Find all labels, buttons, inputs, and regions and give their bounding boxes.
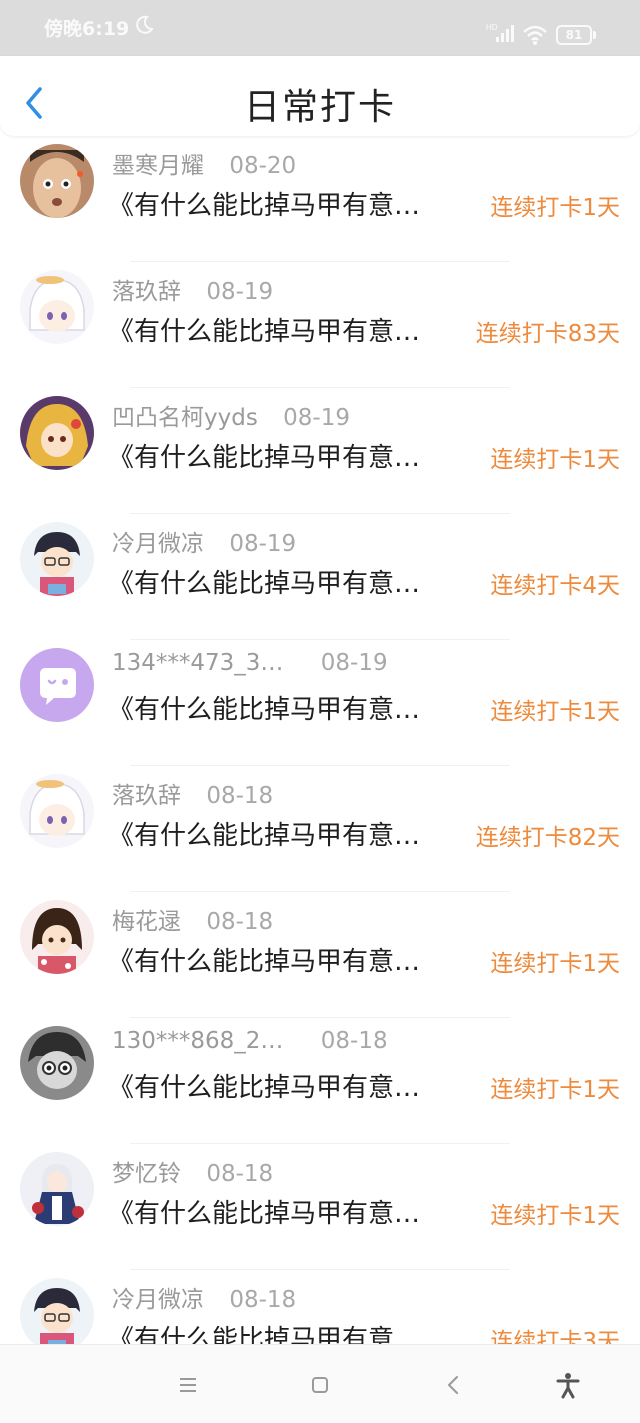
streak-badge: 连续打卡1天 <box>490 699 620 725</box>
wifi-icon <box>523 25 547 45</box>
avatar[interactable] <box>20 900 94 974</box>
name-line: 落玖辞 08-19 <box>112 272 273 306</box>
avatar[interactable] <box>20 774 94 848</box>
user-name[interactable]: 冷月微凉 <box>112 524 204 558</box>
user-name[interactable]: 130***868_2… <box>112 1028 283 1054</box>
user-name[interactable]: 凹凸名柯yyds <box>112 398 258 432</box>
list-item[interactable]: 梅花逯 08-18 《有什么能比掉马甲有意… 连续打卡1天 <box>0 892 640 1018</box>
avatar[interactable] <box>20 270 94 344</box>
post-date: 08-18 <box>320 1028 388 1054</box>
post-title[interactable]: 《有什么能比掉马甲有意… <box>108 311 468 348</box>
list-item[interactable]: 冷月微凉 08-18 《有什么能比掉马甲有意 连续打卡3天 <box>0 1270 640 1344</box>
list-item[interactable]: 冷月微凉 08-19 《有什么能比掉马甲有意… 连续打卡4天 <box>0 514 640 640</box>
user-name[interactable]: 墨寒月耀 <box>112 146 204 180</box>
svg-text:HD: HD <box>486 23 498 32</box>
post-title[interactable]: 《有什么能比掉马甲有意 <box>108 1319 468 1344</box>
post-date: 08-18 <box>206 1161 274 1187</box>
streak-badge: 连续打卡82天 <box>475 825 620 851</box>
checkin-list[interactable]: 墨寒月耀 08-20 《有什么能比掉马甲有意… 连续打卡1天 落玖辞 08-19… <box>0 136 640 1344</box>
status-time: 傍晚6:19 <box>44 18 130 40</box>
back-icon[interactable] <box>440 1371 468 1399</box>
user-name[interactable]: 梅花逯 <box>112 902 181 936</box>
name-line: 落玖辞 08-18 <box>112 776 273 810</box>
streak-badge: 连续打卡1天 <box>490 1077 620 1103</box>
list-item[interactable]: 梦忆铃 08-18 《有什么能比掉马甲有意… 连续打卡1天 <box>0 1144 640 1270</box>
user-name[interactable]: 冷月微凉 <box>112 1280 204 1314</box>
post-date: 08-18 <box>229 1287 297 1313</box>
streak-badge: 连续打卡1天 <box>490 951 620 977</box>
name-line: 墨寒月耀 08-20 <box>112 146 296 180</box>
post-title[interactable]: 《有什么能比掉马甲有意… <box>108 563 468 600</box>
avatar[interactable] <box>20 648 94 722</box>
user-name[interactable]: 落玖辞 <box>112 776 181 810</box>
post-title[interactable]: 《有什么能比掉马甲有意… <box>108 437 468 474</box>
name-line: 冷月微凉 08-19 <box>112 524 296 558</box>
post-date: 08-19 <box>229 531 297 557</box>
post-date: 08-18 <box>206 909 274 935</box>
streak-badge: 连续打卡3天 <box>490 1329 620 1344</box>
battery-level: 81 <box>565 28 583 42</box>
post-date: 08-20 <box>229 153 297 179</box>
name-line: 冷月微凉 08-18 <box>112 1280 296 1314</box>
avatar[interactable] <box>20 522 94 596</box>
post-date: 08-18 <box>206 783 274 809</box>
list-item[interactable]: 130***868_2… 08-18 《有什么能比掉马甲有意… 连续打卡1天 <box>0 1018 640 1144</box>
post-date: 08-19 <box>320 650 388 676</box>
avatar[interactable] <box>20 1026 94 1100</box>
post-title[interactable]: 《有什么能比掉马甲有意… <box>108 689 468 726</box>
name-line: 梦忆铃 08-18 <box>112 1154 273 1188</box>
list-item[interactable]: 墨寒月耀 08-20 《有什么能比掉马甲有意… 连续打卡1天 <box>0 136 640 262</box>
name-line: 134***473_3… 08-19 <box>112 650 388 676</box>
hd-signal-icon: HD <box>486 23 514 42</box>
post-title[interactable]: 《有什么能比掉马甲有意… <box>108 941 468 978</box>
post-title[interactable]: 《有什么能比掉马甲有意… <box>108 1193 468 1230</box>
user-name[interactable]: 梦忆铃 <box>112 1154 181 1188</box>
post-title[interactable]: 《有什么能比掉马甲有意… <box>108 185 468 222</box>
avatar[interactable] <box>20 1152 94 1226</box>
avatar[interactable] <box>20 1278 94 1344</box>
list-item[interactable]: 凹凸名柯yyds 08-19 《有什么能比掉马甲有意… 连续打卡1天 <box>0 388 640 514</box>
user-name[interactable]: 134***473_3… <box>112 650 283 676</box>
streak-badge: 连续打卡4天 <box>490 573 620 599</box>
accessibility-icon[interactable] <box>554 1371 582 1399</box>
streak-badge: 连续打卡1天 <box>490 1203 620 1229</box>
header: 日常打卡 <box>0 56 640 136</box>
post-title[interactable]: 《有什么能比掉马甲有意… <box>108 1067 468 1104</box>
post-date: 08-19 <box>283 405 350 431</box>
battery-icon: 81 <box>556 25 592 45</box>
post-date: 08-19 <box>206 279 274 305</box>
list-item[interactable]: 落玖辞 08-19 《有什么能比掉马甲有意… 连续打卡83天 <box>0 262 640 388</box>
post-title[interactable]: 《有什么能比掉马甲有意… <box>108 815 468 852</box>
list-item[interactable]: 134***473_3… 08-19 《有什么能比掉马甲有意… 连续打卡1天 <box>0 640 640 766</box>
user-name[interactable]: 落玖辞 <box>112 272 181 306</box>
avatar[interactable] <box>20 144 94 218</box>
name-line: 凹凸名柯yyds 08-19 <box>112 398 350 432</box>
streak-badge: 连续打卡83天 <box>475 321 620 347</box>
battery-tip <box>593 31 596 39</box>
menu-icon[interactable] <box>174 1371 202 1399</box>
name-line: 梅花逯 08-18 <box>112 902 273 936</box>
page-title: 日常打卡 <box>243 87 396 128</box>
home-icon[interactable] <box>306 1371 334 1399</box>
status-bar: 傍晚6:19 HD 81 <box>0 0 640 56</box>
moon-icon <box>136 15 154 34</box>
system-nav-bar <box>0 1344 640 1423</box>
name-line: 130***868_2… 08-18 <box>112 1028 388 1054</box>
streak-badge: 连续打卡1天 <box>490 195 620 221</box>
avatar[interactable] <box>20 396 94 470</box>
streak-badge: 连续打卡1天 <box>490 447 620 473</box>
list-item[interactable]: 落玖辞 08-18 《有什么能比掉马甲有意… 连续打卡82天 <box>0 766 640 892</box>
